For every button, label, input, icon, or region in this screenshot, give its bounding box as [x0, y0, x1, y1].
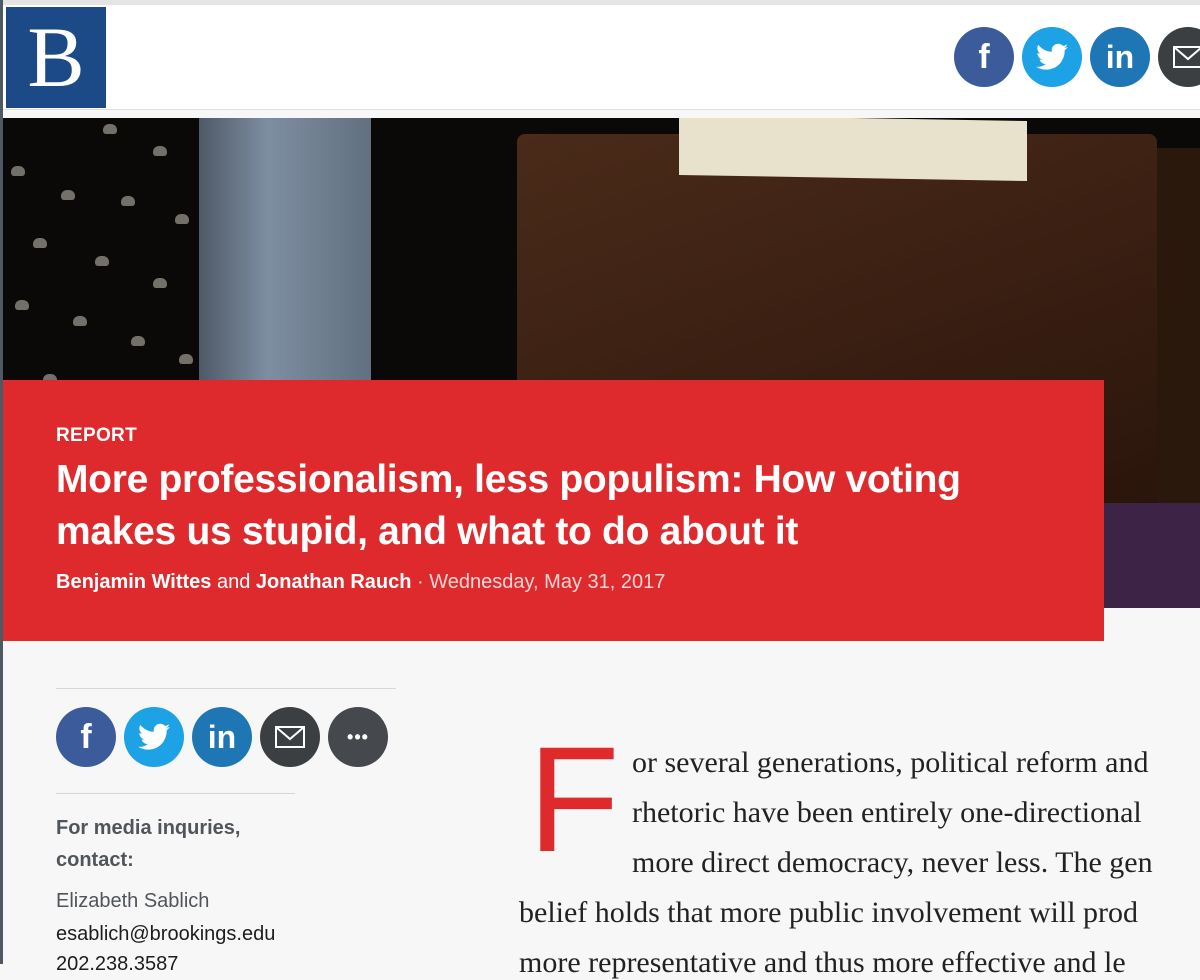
article-line: more representative and thus more effect… [519, 946, 1126, 979]
contact-phone: 202.238.3587 [56, 953, 179, 975]
more-icon: ••• [347, 726, 369, 747]
article-line: rhetoric have been entirely one-directio… [632, 796, 1142, 829]
facebook-share-button[interactable]: f [56, 707, 116, 767]
site-header: B f in [3, 5, 1200, 110]
twitter-icon [1036, 43, 1068, 70]
contact-email-link[interactable]: esablich@brookings.edu [56, 923, 275, 946]
byline-separator: · [417, 571, 424, 593]
header-share-bar: f in [954, 27, 1200, 87]
article-line: more direct democracy, never less. The g… [632, 846, 1153, 879]
content-type-label[interactable]: REPORT [56, 425, 137, 447]
publish-date: Wednesday, May 31, 2017 [429, 571, 666, 593]
twitter-icon [138, 723, 170, 750]
contact-name: Elizabeth Sablich [56, 890, 210, 912]
ballot-paper-shape [679, 118, 1027, 182]
byline: Benjamin Wittes and Jonathan Rauch · Wed… [56, 571, 665, 594]
author-link[interactable]: Jonathan Rauch [256, 571, 412, 593]
divider [56, 688, 396, 689]
twitter-share-button[interactable] [124, 707, 184, 767]
divider [56, 793, 295, 794]
title-card: REPORT More professionalism, less populi… [3, 380, 1104, 641]
linkedin-icon: in [207, 718, 237, 755]
facebook-icon: f [80, 717, 92, 756]
media-contact-heading: For media inquries, contact: [56, 817, 241, 871]
twitter-share-button[interactable] [1022, 27, 1082, 87]
brookings-logo[interactable]: B [6, 7, 106, 108]
facebook-icon: f [978, 37, 990, 76]
article-line: or several generations, political reform… [632, 746, 1149, 779]
email-share-button[interactable] [1158, 27, 1200, 87]
author-link[interactable]: Benjamin Wittes [56, 571, 211, 593]
linkedin-share-button[interactable]: in [192, 707, 252, 767]
envelope-icon [1173, 46, 1200, 68]
article-line: belief holds that more public involvemen… [519, 896, 1139, 929]
sidebar-share-bar: f in ••• [56, 707, 388, 767]
facebook-share-button[interactable]: f [954, 27, 1014, 87]
email-share-button[interactable] [260, 707, 320, 767]
envelope-icon [275, 726, 305, 748]
more-share-button[interactable]: ••• [328, 707, 388, 767]
byline-and: and [216, 571, 251, 593]
linkedin-share-button[interactable]: in [1090, 27, 1150, 87]
drop-cap: F [528, 715, 620, 883]
linkedin-icon: in [1105, 38, 1135, 75]
article-title: More professionalism, less populism: How… [56, 458, 961, 553]
